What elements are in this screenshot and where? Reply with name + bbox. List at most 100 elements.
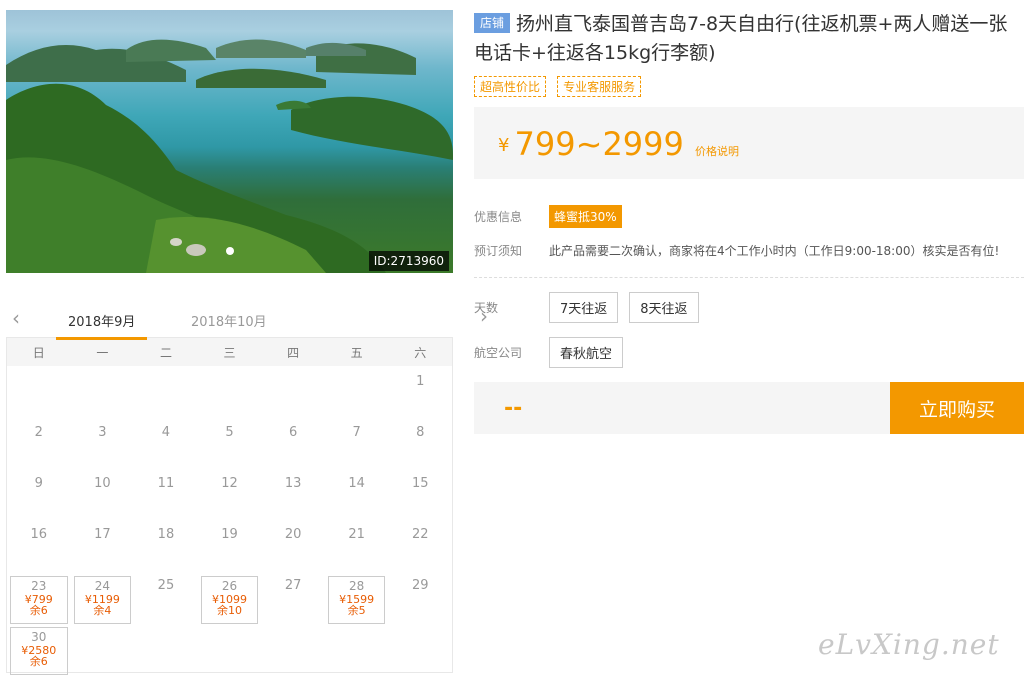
day-number: 17 bbox=[94, 527, 111, 542]
day-number: 3 bbox=[98, 425, 107, 440]
buy-now-button[interactable]: 立即购买 bbox=[890, 382, 1024, 434]
price-explain-link[interactable]: 价格说明 bbox=[695, 145, 739, 158]
calendar-day: 2 bbox=[7, 417, 71, 468]
calendar-empty-cell bbox=[261, 621, 325, 672]
day-number: 20 bbox=[284, 527, 302, 542]
calendar-day: 7 bbox=[325, 417, 389, 468]
day-box: 6 bbox=[264, 423, 322, 471]
day-number: 11 bbox=[157, 476, 175, 491]
day-box: 17 bbox=[74, 525, 132, 573]
day-box: 2 bbox=[10, 423, 68, 471]
calendar-day[interactable]: 23 ¥799 余6 bbox=[7, 570, 71, 624]
day-number: 13 bbox=[284, 476, 302, 491]
price-calendar: ‹ 2018年9月 2018年10月 › 日 一 二 三 四 五 六 12345… bbox=[6, 296, 488, 675]
calendar-empty-cell bbox=[134, 621, 198, 672]
currency-symbol: ¥ bbox=[498, 135, 510, 156]
calendar-day[interactable]: 24 ¥1199 余4 bbox=[71, 570, 135, 624]
days-option-8[interactable]: 8天往返 bbox=[629, 292, 699, 323]
day-box: 21 bbox=[328, 525, 386, 573]
day-remaining: 余10 bbox=[217, 604, 243, 617]
calendar-day: 15 bbox=[388, 468, 452, 519]
calendar-empty-cell bbox=[325, 621, 389, 672]
day-number: 27 bbox=[284, 578, 302, 593]
day-box: 10 bbox=[74, 474, 132, 522]
calendar-day: 29 bbox=[388, 570, 452, 621]
day-number: 25 bbox=[157, 578, 175, 593]
day-number: 6 bbox=[288, 425, 298, 440]
calendar-day: 19 bbox=[198, 519, 262, 570]
day-box: 8 bbox=[391, 423, 449, 471]
day-number: 1 bbox=[416, 374, 425, 389]
day-box[interactable]: 26 ¥1099 余10 bbox=[200, 576, 259, 624]
calendar-empty-cell bbox=[134, 366, 198, 417]
weekday-label: 二 bbox=[159, 345, 172, 360]
day-number: 18 bbox=[157, 527, 175, 542]
days-option-7[interactable]: 7天往返 bbox=[549, 292, 619, 323]
day-box: 25 bbox=[137, 576, 195, 624]
day-number: 24 bbox=[94, 579, 110, 593]
calendar-days: 1 2 3 4 5 6 7 8 9 10 11 12 13 14 15 16 17 18 19 20 21 22 23 ¥79… bbox=[7, 366, 452, 675]
day-number: 7 bbox=[352, 425, 361, 440]
day-box: 19 bbox=[201, 525, 259, 573]
day-number: 2 bbox=[34, 425, 43, 440]
airline-option[interactable]: 春秋航空 bbox=[549, 337, 624, 368]
day-number: 22 bbox=[411, 527, 429, 542]
photo-id-label: ID:2713960 bbox=[368, 251, 449, 271]
calendar-week-row: 1 bbox=[7, 366, 452, 417]
shop-badge[interactable]: 店铺 bbox=[474, 13, 511, 33]
product-title-block: 店铺 扬州直飞泰国普吉岛7-8天自由行(往返机票+两人赠送一张电话卡+往返各15k… bbox=[474, 10, 1024, 68]
weekday-label: 日 bbox=[32, 345, 45, 360]
calendar-week-row: 2 3 4 5 6 7 8 bbox=[7, 417, 452, 468]
day-box: 4 bbox=[137, 423, 195, 471]
day-box: 9 bbox=[10, 474, 68, 522]
calendar-day[interactable]: 28 ¥1599 余5 bbox=[325, 570, 389, 624]
calendar-day: 17 bbox=[71, 519, 135, 570]
feature-tag: 专业客服服务 bbox=[557, 76, 642, 97]
day-box: 29 bbox=[391, 576, 449, 624]
notice-text: 此产品需要二次确认，商家将在4个工作小时内（工作日9:00-18:00）核实是否… bbox=[549, 243, 1000, 258]
price-range: 799~2999 bbox=[514, 125, 684, 163]
calendar-day[interactable]: 30 ¥2580 余6 bbox=[7, 621, 71, 675]
calendar-day: 18 bbox=[134, 519, 198, 570]
calendar-week-row: 16 17 18 19 20 21 22 bbox=[7, 519, 452, 570]
calendar-day: 3 bbox=[71, 417, 135, 468]
day-number: 15 bbox=[411, 476, 429, 491]
calendar-day: 14 bbox=[325, 468, 389, 519]
calendar-empty-cell bbox=[198, 621, 262, 672]
day-box: 20 bbox=[264, 525, 322, 573]
calendar-empty-cell bbox=[7, 366, 71, 417]
tab-month-sep[interactable]: 2018年9月 bbox=[55, 311, 148, 340]
carousel-dot[interactable] bbox=[225, 247, 234, 255]
calendar-day: 25 bbox=[134, 570, 198, 621]
calendar-day: 1 bbox=[388, 366, 452, 417]
day-box[interactable]: 24 ¥1199 余4 bbox=[73, 576, 132, 624]
day-number: 14 bbox=[348, 476, 365, 491]
chevron-left-icon[interactable]: ‹ bbox=[12, 308, 20, 328]
day-number: 29 bbox=[411, 578, 429, 593]
day-number: 5 bbox=[225, 425, 234, 440]
day-box: 16 bbox=[10, 525, 68, 573]
day-box[interactable]: 28 ¥1599 余5 bbox=[327, 576, 386, 624]
day-remaining: 余6 bbox=[29, 604, 48, 617]
day-box: 11 bbox=[137, 474, 195, 522]
day-box[interactable]: 30 ¥2580 余6 bbox=[10, 627, 68, 675]
product-photo[interactable]: ID:2713960 bbox=[6, 10, 453, 273]
day-box: 14 bbox=[328, 474, 386, 522]
day-box[interactable]: 23 ¥799 余6 bbox=[10, 576, 68, 624]
calendar-day: 9 bbox=[7, 468, 71, 519]
calendar-day: 8 bbox=[388, 417, 452, 468]
calendar-day: 10 bbox=[71, 468, 135, 519]
calendar-day: 5 bbox=[198, 417, 262, 468]
weekday-label: 五 bbox=[350, 345, 363, 360]
day-box: 3 bbox=[74, 423, 132, 471]
tab-month-oct[interactable]: 2018年10月 bbox=[191, 311, 267, 330]
notice-label: 预订须知 bbox=[474, 243, 523, 258]
calendar-day: 6 bbox=[261, 417, 325, 468]
day-box: 12 bbox=[201, 474, 259, 522]
purchase-bar: -- 立即购买 bbox=[474, 382, 1024, 434]
weekday-label: 三 bbox=[223, 345, 236, 360]
weekday-label: 六 bbox=[414, 345, 427, 360]
calendar-day: 16 bbox=[7, 519, 71, 570]
calendar-day[interactable]: 26 ¥1099 余10 bbox=[198, 570, 262, 624]
day-box: 18 bbox=[137, 525, 195, 573]
